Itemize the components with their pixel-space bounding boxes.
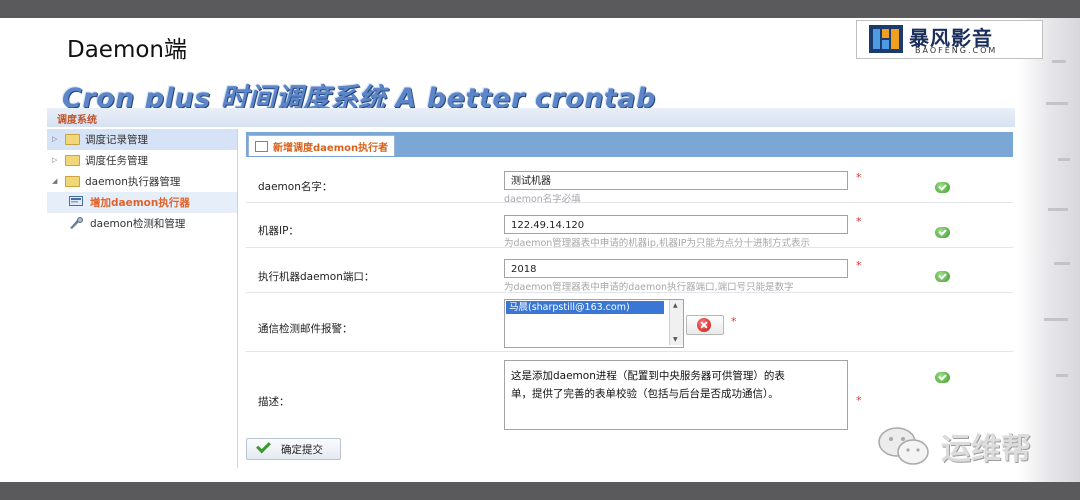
collapse-arrow-icon[interactable]: ◢ (52, 177, 57, 185)
valid-check-icon (935, 271, 950, 282)
daemon-port-input[interactable]: 2018 (504, 259, 848, 278)
top-bar (0, 0, 1080, 18)
description-textarea[interactable]: 这是添加daemon进程（配置到中央服务器可供管理）的表 单，提供了完善的表单校… (504, 360, 848, 430)
folder-icon (65, 134, 80, 145)
slide-title: Daemon端 (67, 37, 188, 63)
bottom-bar (0, 482, 1080, 500)
description-label: 描述： (258, 396, 290, 408)
form-row-daemon-name: daemon名字： 测试机器 * daemon名字必填 (246, 158, 1013, 205)
remove-email-button[interactable] (686, 315, 724, 335)
alert-email-label: 通信检测邮件报警： (258, 323, 353, 335)
baofeng-logo: 暴风影音 BAOFENG.COM (856, 20, 1043, 59)
form-row-description: 描述： 这是添加daemon进程（配置到中央服务器可供管理）的表 单，提供了完善… (246, 352, 1013, 432)
sidebar-item-label: 调度记录管理 (85, 134, 148, 146)
submit-label: 确定提交 (281, 444, 323, 456)
logo-english-text: BAOFENG.COM (915, 46, 998, 55)
form-tab-bar: 新增调度daemon执行者 (246, 132, 1013, 157)
baofeng-logo-icon (869, 25, 903, 53)
tab-add-daemon-executor[interactable]: 新增调度daemon执行者 (248, 135, 396, 156)
valid-check-icon (935, 182, 950, 193)
alert-email-listbox[interactable]: 马晨(sharpstill@163.com) ▲ ▼ (504, 299, 684, 348)
machine-ip-input[interactable]: 122.49.14.120 (504, 215, 848, 234)
app-header: 调度系统 (47, 108, 1015, 127)
sidebar-item-label: daemon检测和管理 (90, 218, 186, 230)
machine-ip-label: 机器IP： (258, 225, 299, 237)
sidebar-item-schedule-records[interactable]: ▷ 调度记录管理 (47, 129, 237, 150)
add-executor-icon (69, 196, 83, 206)
sidebar-item-label: 调度任务管理 (85, 155, 148, 167)
right-edge-strip (1018, 18, 1080, 482)
wechat-icon (878, 427, 929, 465)
watermark-text: 运维帮 (941, 432, 1031, 467)
required-mark: * (731, 315, 737, 328)
app-title: 调度系统 (57, 115, 97, 126)
listbox-scrollbar[interactable]: ▲ ▼ (669, 300, 683, 345)
valid-check-icon (935, 227, 950, 238)
form-icon (255, 141, 268, 152)
folder-open-icon (65, 176, 80, 187)
form-row-daemon-port: 执行机器daemon端口： 2018 * 为daemon管理器表中申请的daem… (246, 248, 1013, 293)
daemon-port-label: 执行机器daemon端口： (258, 271, 375, 283)
description-line-2: 单，提供了完善的表单校验（包括与后台是否成功通信）。 (511, 388, 779, 400)
folder-icon (65, 155, 80, 166)
submit-button[interactable]: 确定提交 (246, 438, 341, 460)
daemon-name-label: daemon名字： (258, 181, 333, 193)
daemon-name-input[interactable]: 测试机器 (504, 171, 848, 190)
sidebar: ▷ 调度记录管理 ▷ 调度任务管理 ◢ daemon执行器管理 增加daemon… (47, 129, 238, 468)
scroll-up-icon[interactable]: ▲ (673, 302, 678, 309)
tab-label: 新增调度daemon执行者 (273, 143, 389, 154)
required-mark: * (856, 171, 862, 184)
sidebar-item-daemon-monitor[interactable]: daemon检测和管理 (47, 213, 237, 234)
valid-check-icon (935, 372, 950, 383)
form-row-alert-email: 通信检测邮件报警： 马晨(sharpstill@163.com) ▲ ▼ * (246, 293, 1013, 352)
required-mark: * (856, 394, 862, 407)
sidebar-item-add-daemon[interactable]: 增加daemon执行器 (47, 192, 237, 213)
sidebar-item-label: daemon执行器管理 (85, 176, 181, 188)
expand-arrow-icon[interactable]: ▷ (52, 156, 57, 164)
daemon-port-hint: 为daemon管理器表中申请的daemon执行器端口,端口号只能是数字 (504, 282, 794, 293)
email-option-selected[interactable]: 马晨(sharpstill@163.com) (506, 301, 664, 314)
scroll-down-icon[interactable]: ▼ (673, 336, 678, 343)
sidebar-item-schedule-tasks[interactable]: ▷ 调度任务管理 (47, 150, 237, 171)
monitor-tools-icon (70, 217, 83, 229)
app-window: 调度系统 ▷ 调度记录管理 ▷ 调度任务管理 ◢ daemon执行器管理 增加d… (47, 108, 1015, 468)
expand-arrow-icon[interactable]: ▷ (52, 135, 57, 143)
sidebar-item-label: 增加daemon执行器 (90, 197, 190, 209)
checkmark-icon (256, 438, 271, 454)
form-panel: 新增调度daemon执行者 daemon名字： 测试机器 * daemon名字必… (246, 129, 1015, 468)
form-row-machine-ip: 机器IP： 122.49.14.120 * 为daemon管理器表中申请的机器i… (246, 203, 1013, 249)
machine-ip-hint: 为daemon管理器表中申请的机器ip,机器IP为只能为点分十进制方式表示 (504, 238, 811, 249)
delete-x-icon (697, 318, 711, 332)
sidebar-item-daemon-executors[interactable]: ◢ daemon执行器管理 (47, 171, 237, 192)
description-line-1: 这是添加daemon进程（配置到中央服务器可供管理）的表 (511, 370, 785, 382)
required-mark: * (856, 259, 862, 272)
required-mark: * (856, 215, 862, 228)
